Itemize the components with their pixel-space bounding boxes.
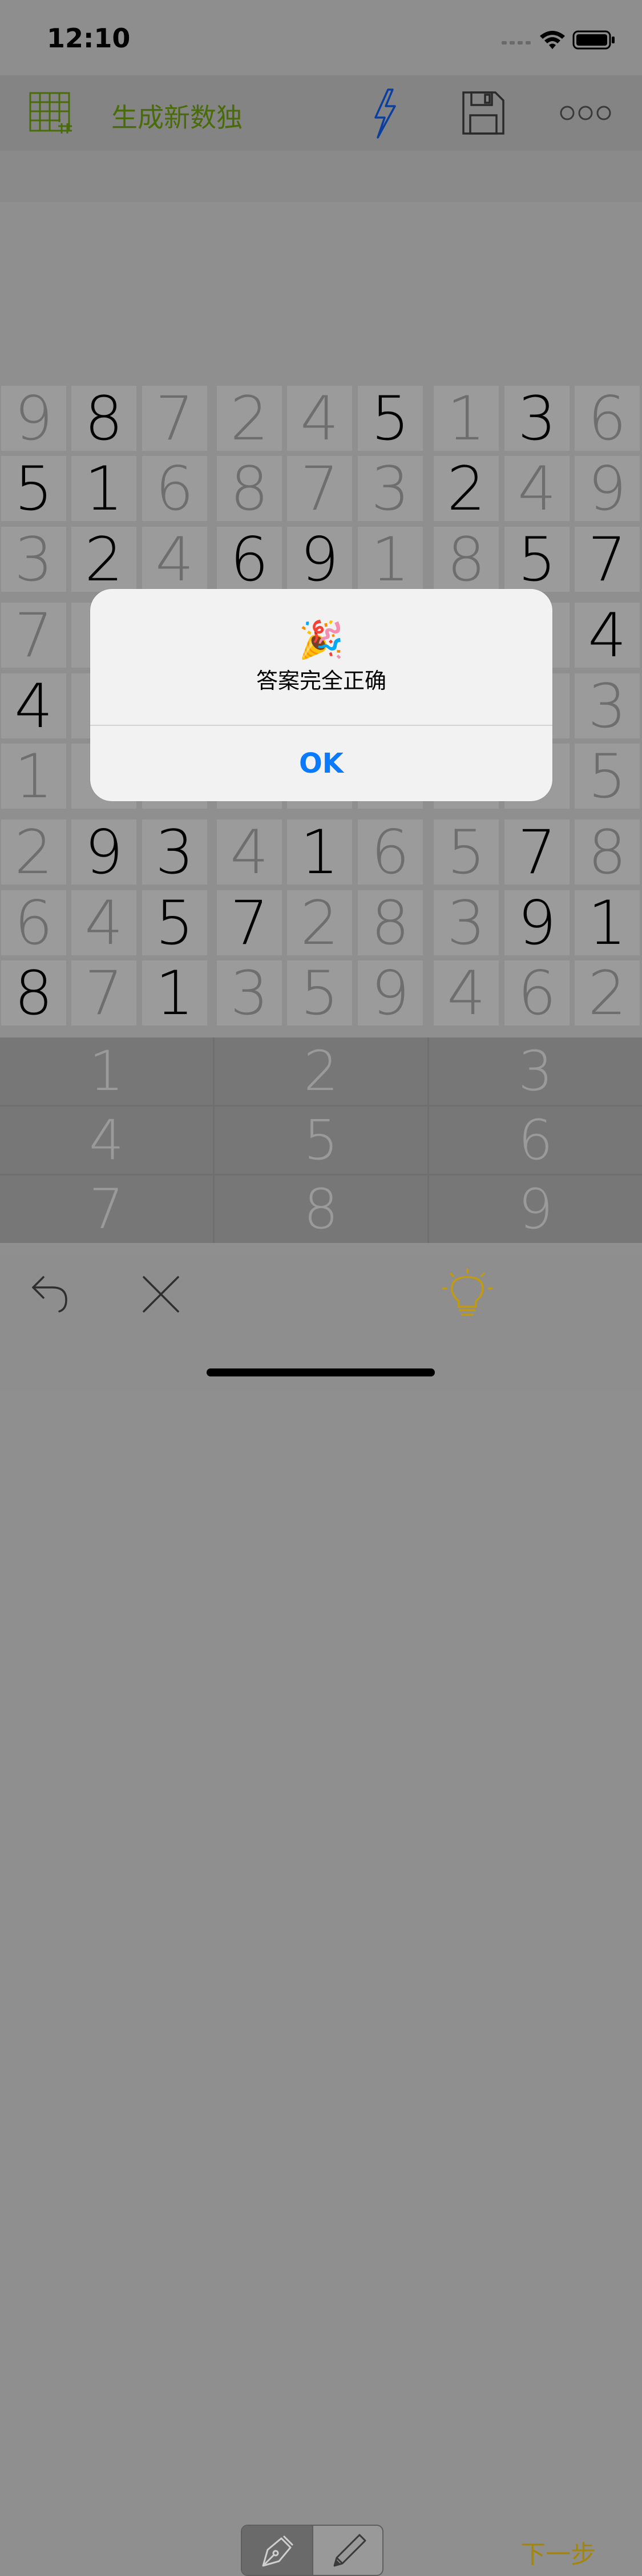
alert-ok-button[interactable]: OK bbox=[90, 726, 552, 801]
pencil-mode-segment[interactable] bbox=[312, 2526, 382, 2575]
alert-message: 答案完全正确 bbox=[256, 668, 386, 693]
fountain-pen-icon bbox=[262, 2535, 293, 2567]
pencil-icon bbox=[333, 2534, 366, 2567]
pen-mode-segment[interactable] bbox=[242, 2526, 312, 2575]
success-alert: 🎉 答案完全正确 OK bbox=[90, 589, 552, 801]
party-popper-icon: 🎉 bbox=[298, 619, 344, 661]
input-mode-toggle bbox=[241, 2525, 383, 2576]
next-step-button[interactable]: 下一步 bbox=[520, 2534, 596, 2570]
